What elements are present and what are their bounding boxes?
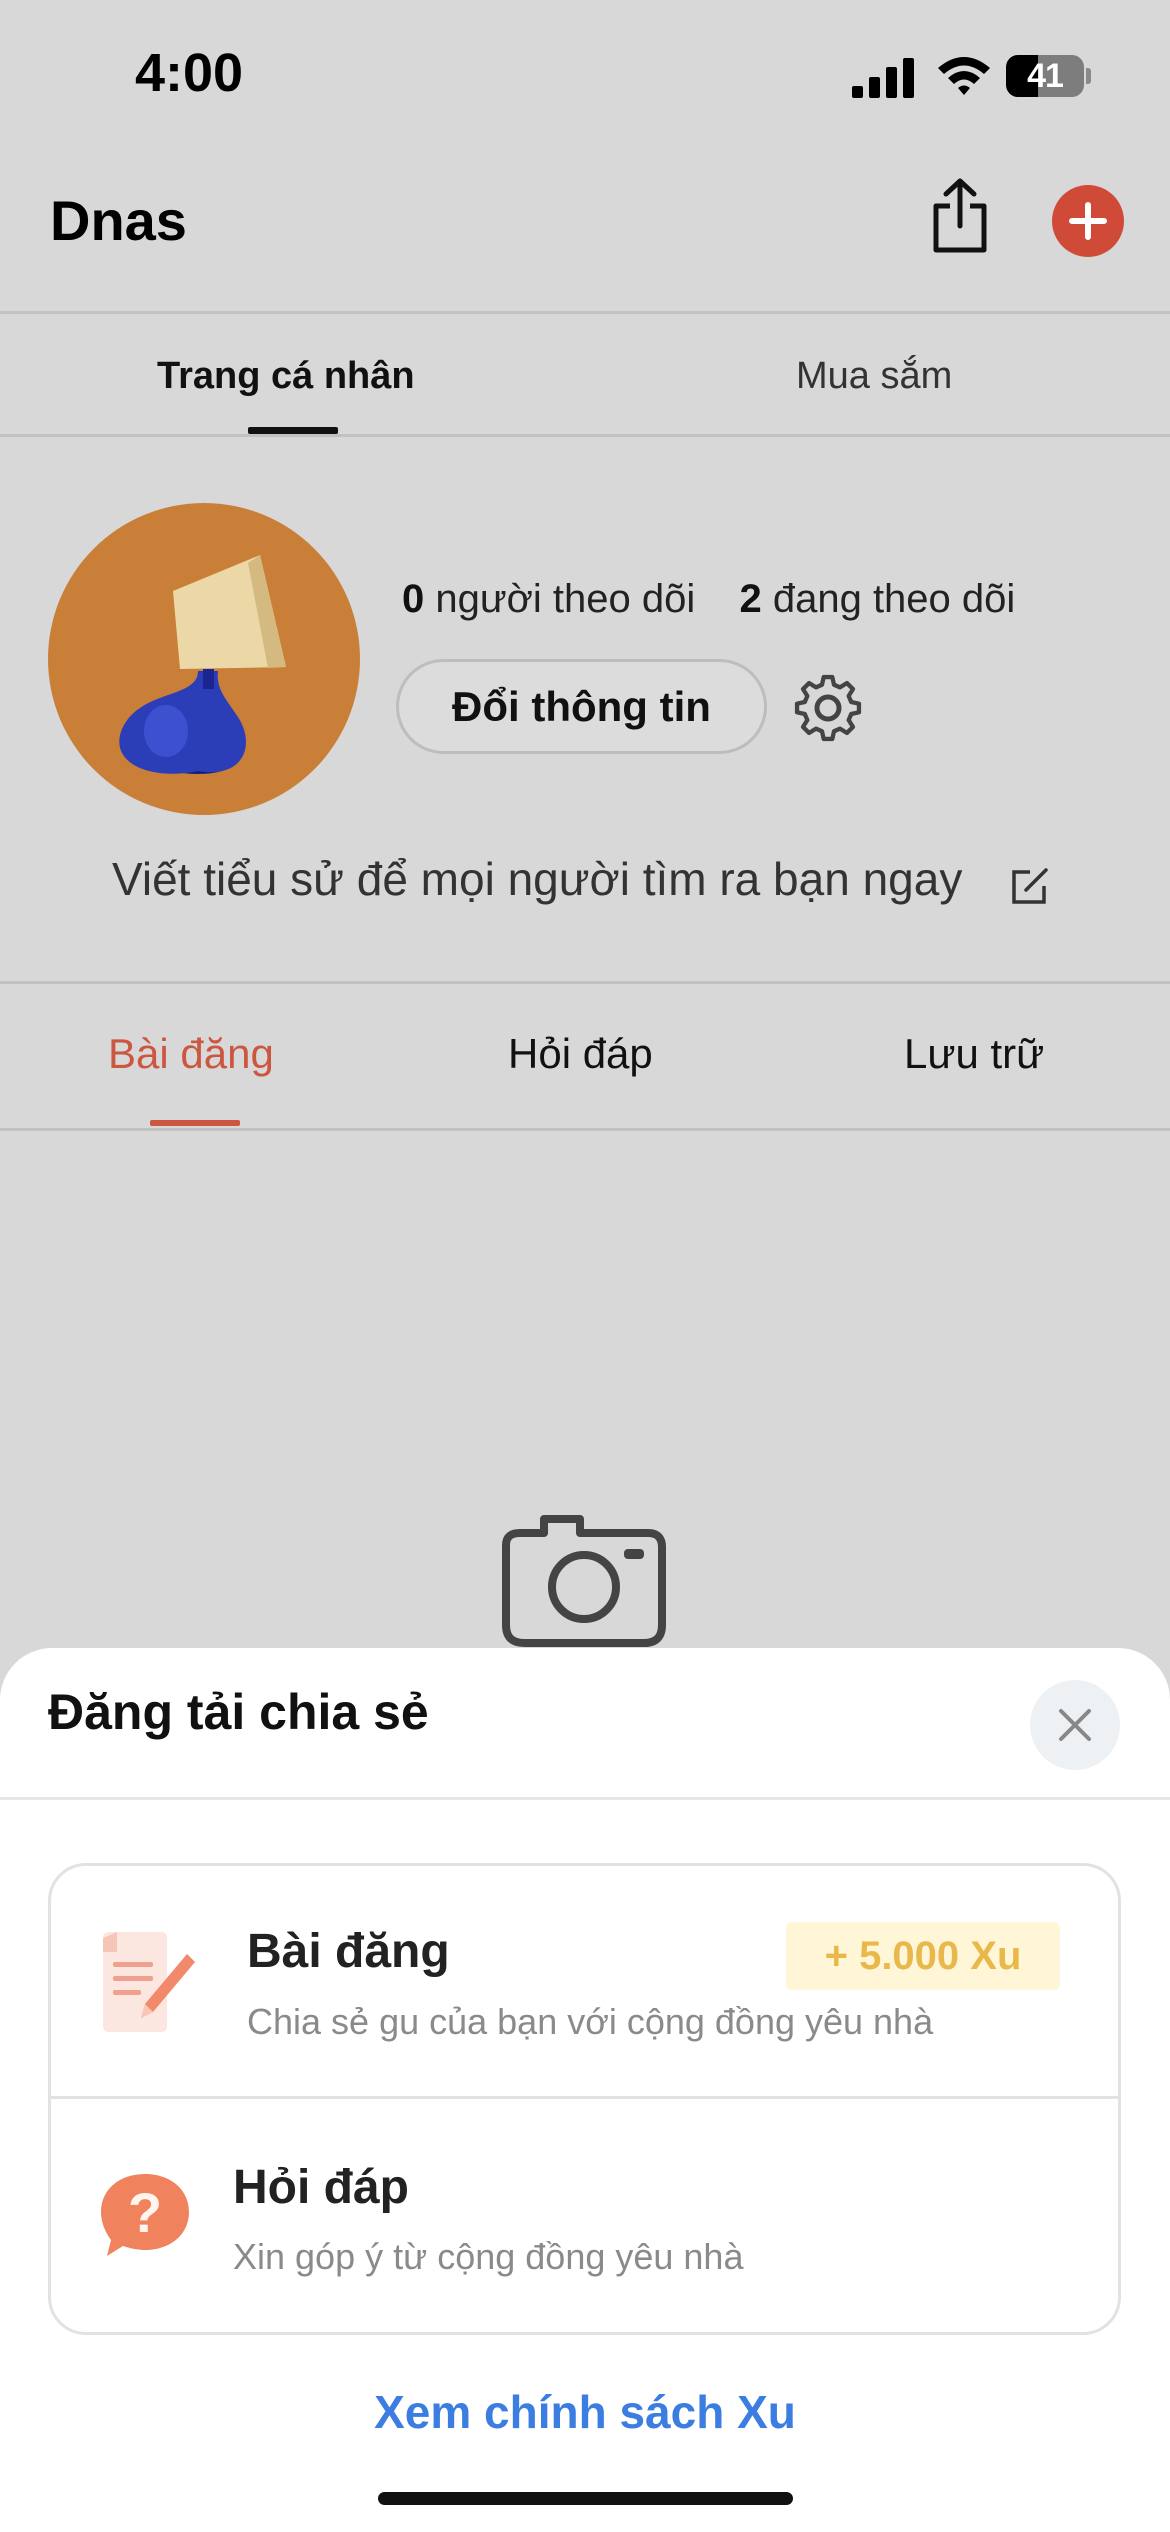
- gear-icon[interactable]: [792, 672, 864, 744]
- bio-prompt[interactable]: Viết tiểu sử để mọi người tìm ra bạn nga…: [112, 852, 962, 906]
- tab-posts[interactable]: Bài đăng: [108, 1030, 274, 1078]
- wifi-icon: [938, 57, 990, 95]
- followers-count: 0: [402, 577, 425, 621]
- sheet-title: Đăng tải chia sẻ: [48, 1684, 429, 1740]
- close-icon: [1059, 1709, 1091, 1741]
- active-tab-indicator: [248, 427, 338, 434]
- option-qa[interactable]: ? Hỏi đáp Xin góp ý từ cộng đồng yêu nhà: [51, 2102, 1118, 2332]
- option-description: Xin góp ý từ cộng đồng yêu nhà: [233, 2236, 744, 2277]
- add-icon: [1069, 202, 1107, 240]
- status-time: 4:00: [135, 43, 244, 103]
- home-indicator: [378, 2492, 793, 2505]
- battery-level: 41: [1027, 57, 1064, 95]
- question-bubble-icon: ?: [101, 2174, 189, 2256]
- tab-profile[interactable]: Trang cá nhân: [157, 355, 415, 398]
- edit-profile-button[interactable]: Đổi thông tin: [396, 659, 767, 754]
- upload-options: Bài đăng Chia sẻ gu của bạn với cộng đồn…: [48, 1863, 1121, 2335]
- active-tab-indicator: [150, 1120, 240, 1126]
- tab-qa[interactable]: Hỏi đáp: [508, 1030, 653, 1078]
- option-title: Bài đăng: [247, 1925, 450, 1978]
- signal-icon: [852, 58, 914, 98]
- option-description: Chia sẻ gu của bạn với cộng đồng yêu nhà: [247, 2001, 934, 2042]
- divider: [0, 311, 1170, 314]
- option-post[interactable]: Bài đăng Chia sẻ gu của bạn với cộng đồn…: [51, 1866, 1118, 2099]
- share-icon[interactable]: [928, 178, 992, 254]
- divider: [0, 981, 1170, 984]
- reward-badge: + 5.000 Xu: [786, 1922, 1060, 1990]
- battery-icon: 41: [1006, 55, 1092, 97]
- divider: [0, 1797, 1170, 1800]
- avatar[interactable]: [48, 503, 360, 815]
- followers-label: người theo dõi: [435, 577, 696, 621]
- tab-shopping[interactable]: Mua sắm: [796, 355, 952, 398]
- lamp-avatar: [119, 555, 286, 774]
- tab-saved[interactable]: Lưu trữ: [904, 1030, 1044, 1078]
- following-label: đang theo dõi: [772, 577, 1016, 621]
- policy-link[interactable]: Xem chính sách Xu: [0, 2385, 1170, 2439]
- divider: [0, 1128, 1170, 1131]
- edit-icon[interactable]: [1010, 866, 1050, 906]
- follow-stats[interactable]: 0 người theo dõi 2 đang theo dõi: [402, 577, 1015, 622]
- note-pencil-icon: [103, 1932, 195, 2032]
- option-title: Hỏi đáp: [233, 2161, 409, 2214]
- camera-icon: [502, 1515, 666, 1647]
- page-title: Dnas: [50, 189, 187, 252]
- svg-text:?: ?: [128, 2181, 162, 2244]
- following-count: 2: [739, 577, 762, 621]
- close-button[interactable]: [1030, 1680, 1120, 1770]
- divider: [0, 434, 1170, 437]
- add-button[interactable]: [1052, 185, 1124, 257]
